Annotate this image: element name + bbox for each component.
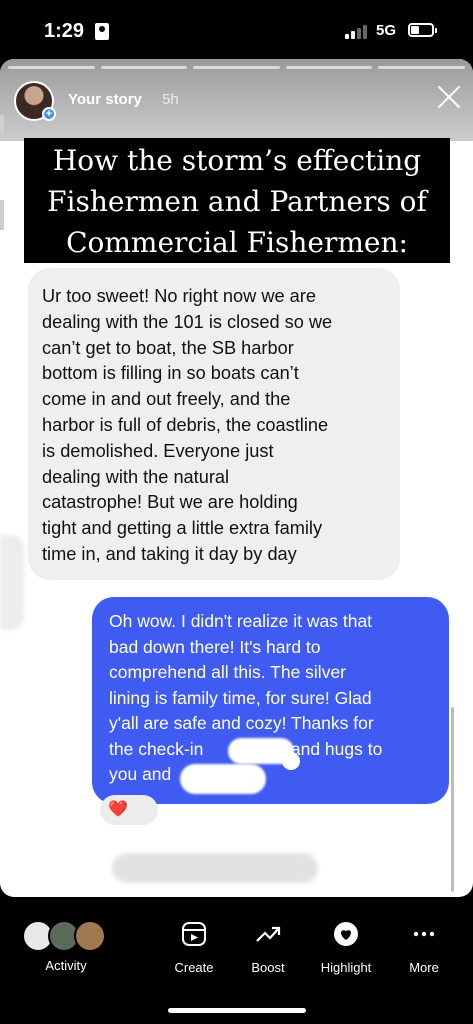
headline-line: Commercial Fishermen: bbox=[66, 226, 408, 259]
story-owner[interactable]: Your story bbox=[68, 91, 142, 108]
message-line: harbor is full of debris, the coastline bbox=[42, 414, 329, 435]
message-line: Ur too sweet! No right now we are bbox=[42, 286, 316, 306]
story-headline: How the storm’s effecting Fishermen and … bbox=[24, 138, 450, 263]
story-bottom-bar: Activity Create Boost Highlight More bbox=[0, 900, 473, 1024]
redacted-name bbox=[282, 752, 300, 770]
battery-icon bbox=[408, 23, 437, 37]
headline-line: Fishermen and Partners of bbox=[47, 185, 427, 218]
redacted-name bbox=[180, 764, 266, 794]
message-line: dealing with the natural bbox=[42, 466, 230, 487]
message-line: come in and out freely, and the bbox=[42, 389, 291, 410]
close-icon[interactable] bbox=[436, 84, 462, 110]
activity-label: Activity bbox=[45, 958, 87, 973]
status-bar: 1:29 5G bbox=[0, 0, 473, 60]
message-line: time in, and taking it day by day bbox=[42, 543, 297, 564]
boost-icon bbox=[256, 926, 281, 942]
message-line: tight and getting a little extra family bbox=[42, 518, 323, 539]
boost-button[interactable]: Boost bbox=[228, 920, 308, 975]
scrollbar[interactable] bbox=[451, 707, 454, 892]
activity-button[interactable]: Activity bbox=[22, 920, 106, 973]
story-progress bbox=[8, 66, 465, 69]
incoming-message-bubble: Ur too sweet! No right now we are dealin… bbox=[28, 268, 400, 580]
highlight-button[interactable]: Highlight bbox=[306, 920, 386, 975]
heart-reaction: ❤️ bbox=[100, 795, 158, 825]
background-edge bbox=[0, 200, 4, 230]
more-button[interactable]: More bbox=[384, 920, 464, 975]
outgoing-message-bubble: Oh wow. I didn't realize it was that bad… bbox=[92, 597, 449, 804]
highlight-label: Highlight bbox=[320, 960, 372, 975]
more-label: More bbox=[409, 960, 439, 975]
message-line: lining is family time, for sure! Glad bbox=[109, 687, 372, 708]
id-card-icon bbox=[95, 23, 109, 40]
story-age: 5h bbox=[162, 91, 179, 108]
message-line: catastrophe! But we are holding bbox=[42, 492, 298, 513]
add-story-icon[interactable]: + bbox=[42, 107, 56, 121]
create-button[interactable]: Create bbox=[154, 920, 234, 975]
message-line: bottom is filling in so boats can’t bbox=[42, 363, 299, 384]
message-line: comprehend all this. The silver bbox=[109, 662, 347, 682]
headline-line: How the storm’s effecting bbox=[52, 144, 422, 177]
network-label: 5G bbox=[376, 22, 397, 39]
message-line: y'all are safe and cozy! Thanks for bbox=[109, 713, 374, 733]
background-edge bbox=[0, 115, 4, 135]
blurred-content bbox=[0, 535, 24, 630]
status-time: 1:29 bbox=[44, 20, 85, 42]
message-line: bad down there! It's hard to bbox=[109, 636, 321, 657]
message-line: can’t get to boat, the SB harbor bbox=[42, 337, 294, 358]
avatar bbox=[74, 920, 106, 952]
create-label: Create bbox=[174, 960, 214, 975]
highlight-icon bbox=[334, 922, 358, 946]
message-line: Oh wow. I didn't realize it was that bbox=[109, 611, 373, 631]
message-line: dealing with the 101 is closed so we bbox=[42, 311, 333, 332]
create-icon bbox=[182, 922, 206, 946]
signal-icon bbox=[345, 25, 369, 39]
blurred-content bbox=[112, 853, 318, 883]
message-line: is demolished. Everyone just bbox=[42, 440, 274, 461]
message-line: you and bbox=[109, 764, 172, 784]
viewer-avatars bbox=[22, 920, 112, 952]
more-icon bbox=[413, 931, 435, 937]
boost-label: Boost bbox=[251, 960, 285, 975]
home-indicator[interactable] bbox=[168, 1008, 306, 1013]
